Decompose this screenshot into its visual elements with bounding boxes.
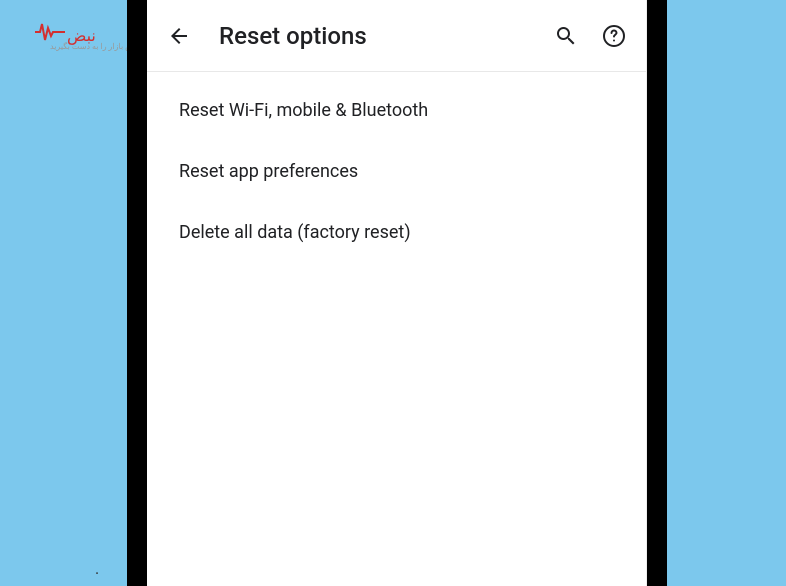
page-title: Reset options xyxy=(219,22,554,50)
watermark-logo: نبض xyxy=(35,20,96,50)
phone-frame: Reset options Reset Wi-Fi, mobile & Blue… xyxy=(127,0,667,586)
search-icon[interactable] xyxy=(554,24,578,48)
option-reset-wifi[interactable]: Reset Wi-Fi, mobile & Bluetooth xyxy=(147,80,646,141)
option-reset-app-prefs[interactable]: Reset app preferences xyxy=(147,141,646,202)
phone-screen: Reset options Reset Wi-Fi, mobile & Blue… xyxy=(147,0,647,586)
back-arrow-icon[interactable] xyxy=(167,24,191,48)
help-icon[interactable] xyxy=(602,24,626,48)
decorative-dot: . xyxy=(95,559,99,578)
watermark-text: نبض xyxy=(67,26,96,45)
app-header: Reset options xyxy=(147,0,646,72)
option-factory-reset[interactable]: Delete all data (factory reset) xyxy=(147,202,646,263)
options-list: Reset Wi-Fi, mobile & Bluetooth Reset ap… xyxy=(147,72,646,271)
watermark-pulse-icon xyxy=(35,20,65,50)
